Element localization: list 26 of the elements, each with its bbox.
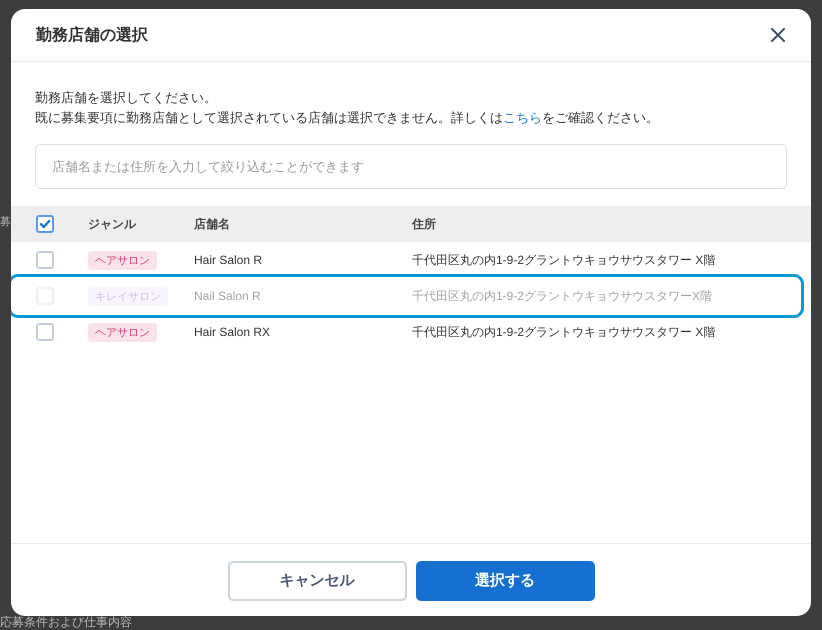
- search-field[interactable]: 店舗名または住所を入力して絞り込むことができます: [35, 144, 787, 189]
- column-header: 住所: [412, 216, 437, 232]
- store-address: 千代田区丸の内1-9-2グラントウキョウサウスタワー X階: [412, 324, 716, 340]
- store-address: 千代田区丸の内1-9-2グラントウキョウサウスタワー X階: [412, 252, 716, 268]
- checkbox[interactable]: [36, 251, 54, 269]
- check-icon: [39, 218, 51, 230]
- column-header: ジャンル: [88, 216, 138, 232]
- column-header: 店舗名: [194, 216, 231, 232]
- genre-tag: キレイサロン: [88, 286, 168, 306]
- cancel-button[interactable]: キャンセル: [228, 560, 406, 600]
- store-name: Hair Salon RX: [194, 325, 272, 339]
- checkbox[interactable]: [36, 323, 54, 341]
- store-name: Nail Salon R: [194, 289, 262, 303]
- dialog-title: 勤務店舗の選択: [36, 25, 148, 46]
- genre-tag: ヘアサロン: [88, 322, 157, 342]
- store-name: Hair Salon R: [194, 253, 264, 267]
- checkbox[interactable]: [36, 215, 54, 233]
- select-button[interactable]: 選択する: [416, 560, 594, 600]
- side-heading: 募: [0, 216, 11, 228]
- section-heading: 応募条件および仕事内容: [0, 616, 132, 629]
- store-address: 千代田区丸の内1-9-2グラントウキョウサウスタワーX階: [412, 288, 714, 304]
- instruction-text: 勤務店舗を選択してください。: [35, 89, 218, 107]
- close-icon[interactable]: [769, 26, 787, 44]
- notice-text: 既に募集要項に勤務店舗として選択されている店舗は選択できません。詳しくはこちら をご確認ください。: [35, 109, 660, 127]
- details-link[interactable]: こちら: [503, 110, 542, 125]
- genre-tag: ヘアサロン: [88, 250, 157, 270]
